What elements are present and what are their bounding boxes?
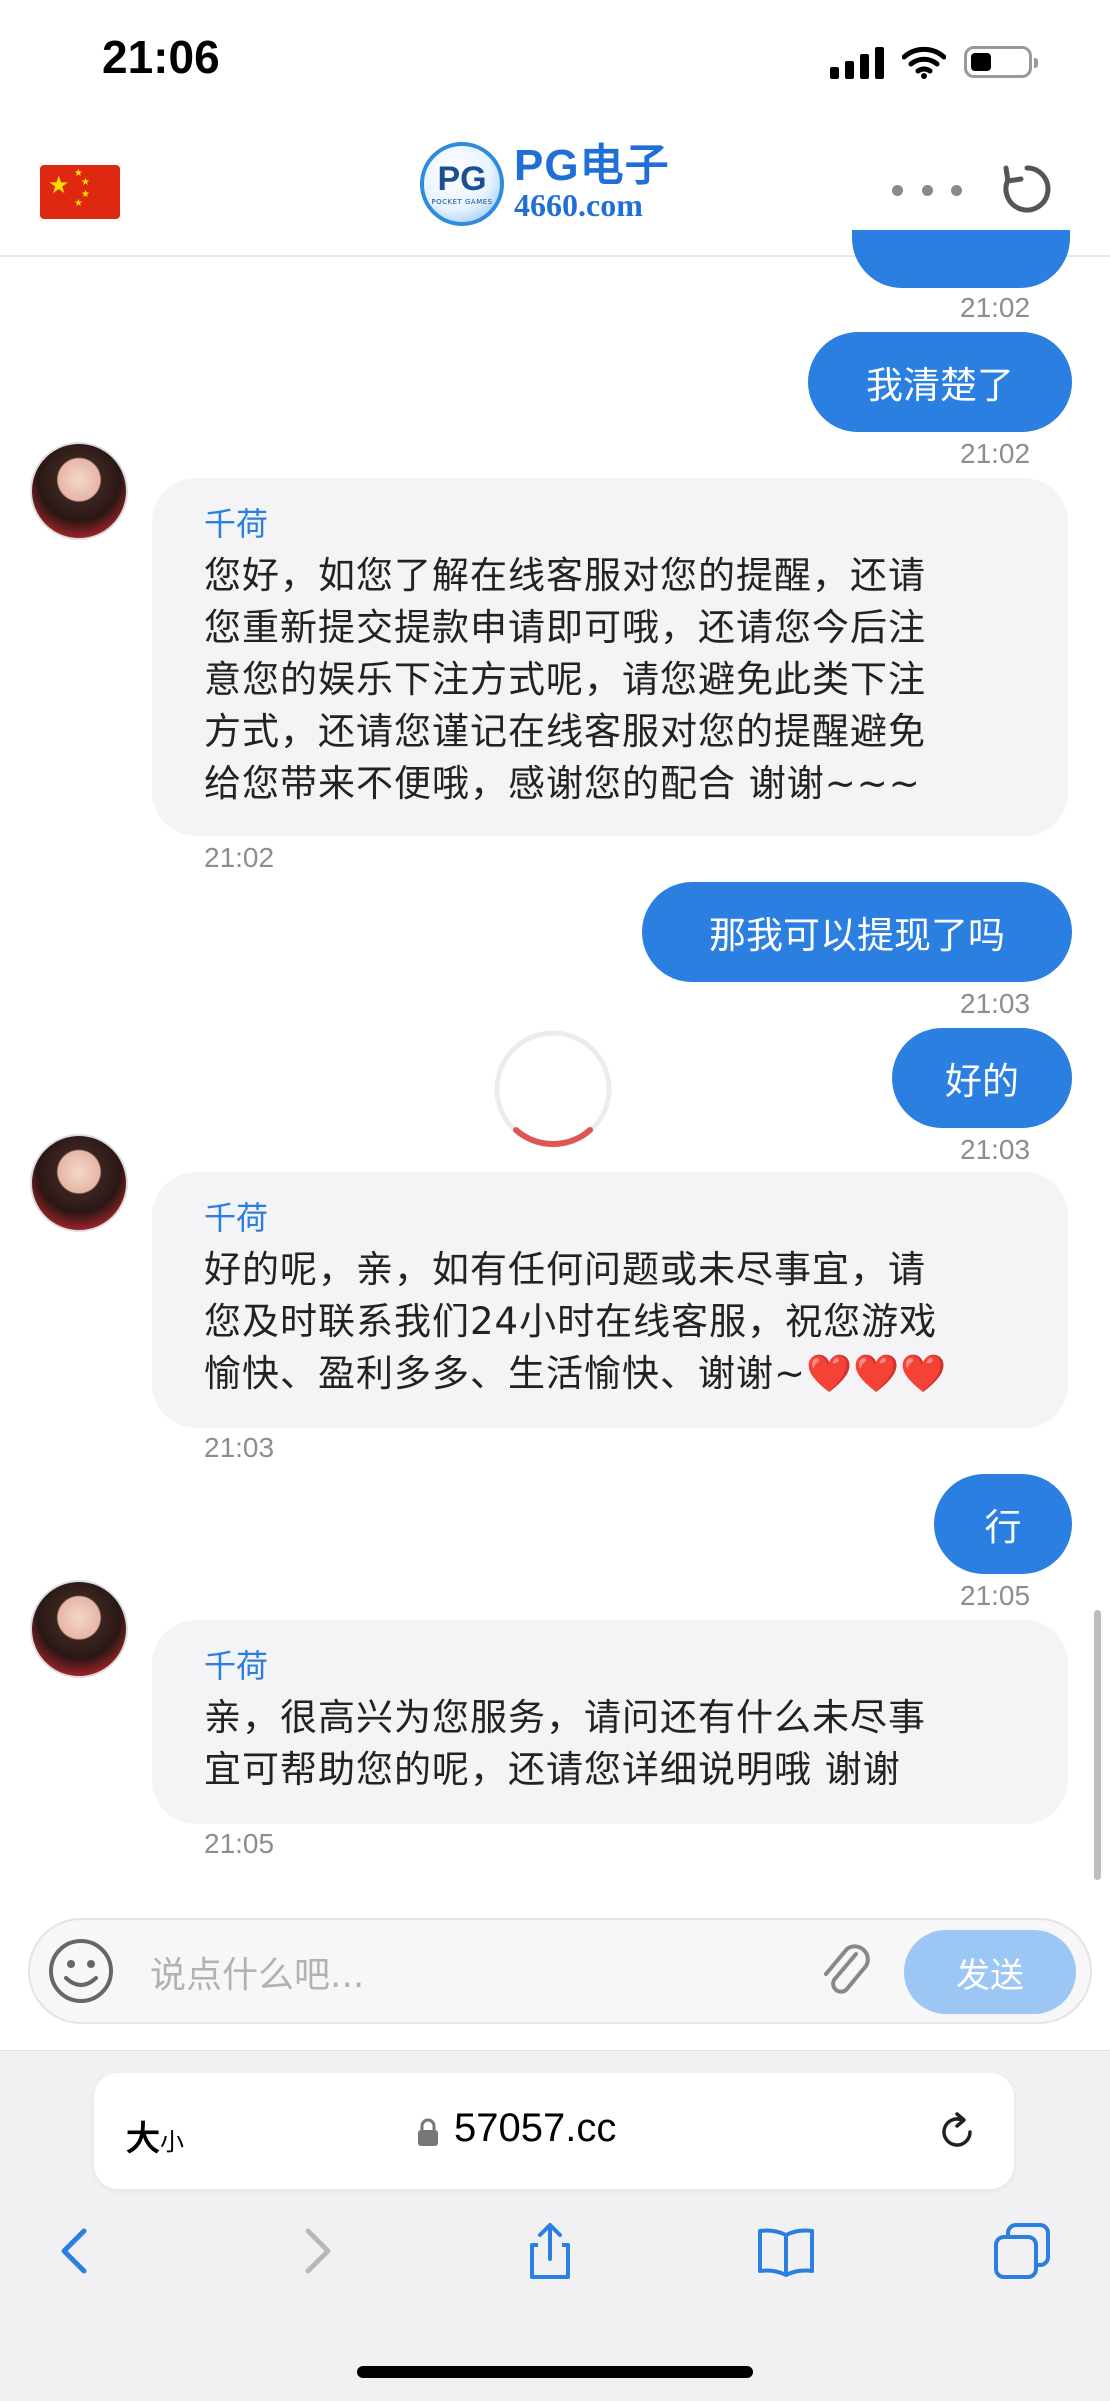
browser-toolbar: 大小 57057.cc xyxy=(0,2050,1110,2401)
agent-name: 千荷 xyxy=(204,1647,269,1685)
agent-avatar[interactable] xyxy=(30,1134,128,1232)
incoming-message-bubble[interactable]: 千荷 您好，如您了解在线客服对您的提醒，还请 您重新提交提款申请即可哦，还请您今… xyxy=(152,478,1068,836)
home-indicator xyxy=(357,2366,753,2378)
lock-icon xyxy=(418,2118,438,2146)
logo-badge-subtext: POCKET GAMES xyxy=(431,198,493,206)
china-flag-icon[interactable]: ★ ★ ★ ★ ★ xyxy=(40,165,120,219)
share-icon[interactable] xyxy=(520,2221,580,2281)
message-time: 21:03 xyxy=(960,1134,1031,1165)
site-logo: PG POCKET GAMES PG电子 4660.com xyxy=(420,142,670,226)
incoming-message-bubble[interactable]: 千荷 好的呢，亲，如有任何问题或未尽事宜，请 您及时联系我们24小时在线客服，祝… xyxy=(152,1172,1068,1428)
outgoing-message-bubble[interactable] xyxy=(852,230,1070,288)
logo-domain: 4660.com xyxy=(514,187,643,224)
incoming-message-text: 好的呢，亲，如有任何问题或未尽事宜，请 您及时联系我们24小时在线客服，祝您游戏… xyxy=(204,1248,948,1395)
paperclip-icon[interactable] xyxy=(810,1936,880,2006)
incoming-message-text: 亲，很高兴为您服务，请问还有什么未尽事 宜可帮助您的呢，还请您详细说明哦 谢谢 xyxy=(204,1696,926,1791)
status-time: 21:06 xyxy=(102,31,220,83)
loading-spinner xyxy=(494,1030,612,1148)
url-text[interactable]: 57057.cc xyxy=(454,2106,616,2151)
message-time: 21:05 xyxy=(204,1828,275,1859)
logo-badge-text: PG xyxy=(437,160,487,198)
message-time: 21:02 xyxy=(960,292,1031,323)
outgoing-message-bubble[interactable]: 那我可以提现了吗 xyxy=(642,882,1072,982)
chat-scrollbar[interactable] xyxy=(1094,1610,1101,1880)
refresh-icon[interactable] xyxy=(998,160,1056,218)
outgoing-message-bubble[interactable]: 行 xyxy=(934,1474,1072,1574)
emoji-icon[interactable] xyxy=(46,1936,116,2006)
cellular-signal-icon xyxy=(830,45,884,79)
logo-badge: PG POCKET GAMES xyxy=(420,142,504,226)
message-input[interactable]: 说点什么吧... xyxy=(150,1946,364,1998)
incoming-message-bubble[interactable]: 千荷 亲，很高兴为您服务，请问还有什么未尽事 宜可帮助您的呢，还请您详细说明哦 … xyxy=(152,1620,1068,1824)
back-icon[interactable] xyxy=(46,2221,106,2281)
agent-avatar[interactable] xyxy=(30,442,128,540)
outgoing-message-bubble[interactable]: 好的 xyxy=(892,1028,1072,1128)
text-size-button[interactable]: 大小 xyxy=(126,2111,184,2160)
incoming-message-text: 您好，如您了解在线客服对您的提醒，还请 您重新提交提款申请即可哦，还请您今后注 … xyxy=(204,554,926,805)
wifi-icon xyxy=(902,46,946,79)
message-time: 21:02 xyxy=(204,842,275,873)
battery-icon xyxy=(964,46,1038,78)
reload-icon[interactable] xyxy=(934,2109,980,2155)
agent-name: 千荷 xyxy=(204,1199,269,1237)
status-icons xyxy=(830,42,1038,82)
send-button[interactable]: 发送 xyxy=(904,1930,1076,2014)
forward-icon[interactable] xyxy=(286,2221,346,2281)
message-time: 21:05 xyxy=(960,1580,1031,1611)
message-time: 21:03 xyxy=(204,1432,275,1463)
agent-name: 千荷 xyxy=(204,505,269,543)
message-time: 21:03 xyxy=(960,988,1031,1019)
message-time: 21:02 xyxy=(960,438,1031,469)
message-input-bar: 说点什么吧... 发送 xyxy=(28,1918,1092,2024)
agent-avatar[interactable] xyxy=(30,1580,128,1678)
address-bar[interactable]: 大小 57057.cc xyxy=(94,2073,1014,2189)
tabs-icon[interactable] xyxy=(992,2221,1052,2281)
more-options-icon[interactable] xyxy=(892,180,962,200)
bookmarks-icon[interactable] xyxy=(756,2221,816,2281)
logo-title: PG电子 xyxy=(514,141,670,191)
outgoing-message-bubble[interactable]: 我清楚了 xyxy=(808,332,1072,432)
